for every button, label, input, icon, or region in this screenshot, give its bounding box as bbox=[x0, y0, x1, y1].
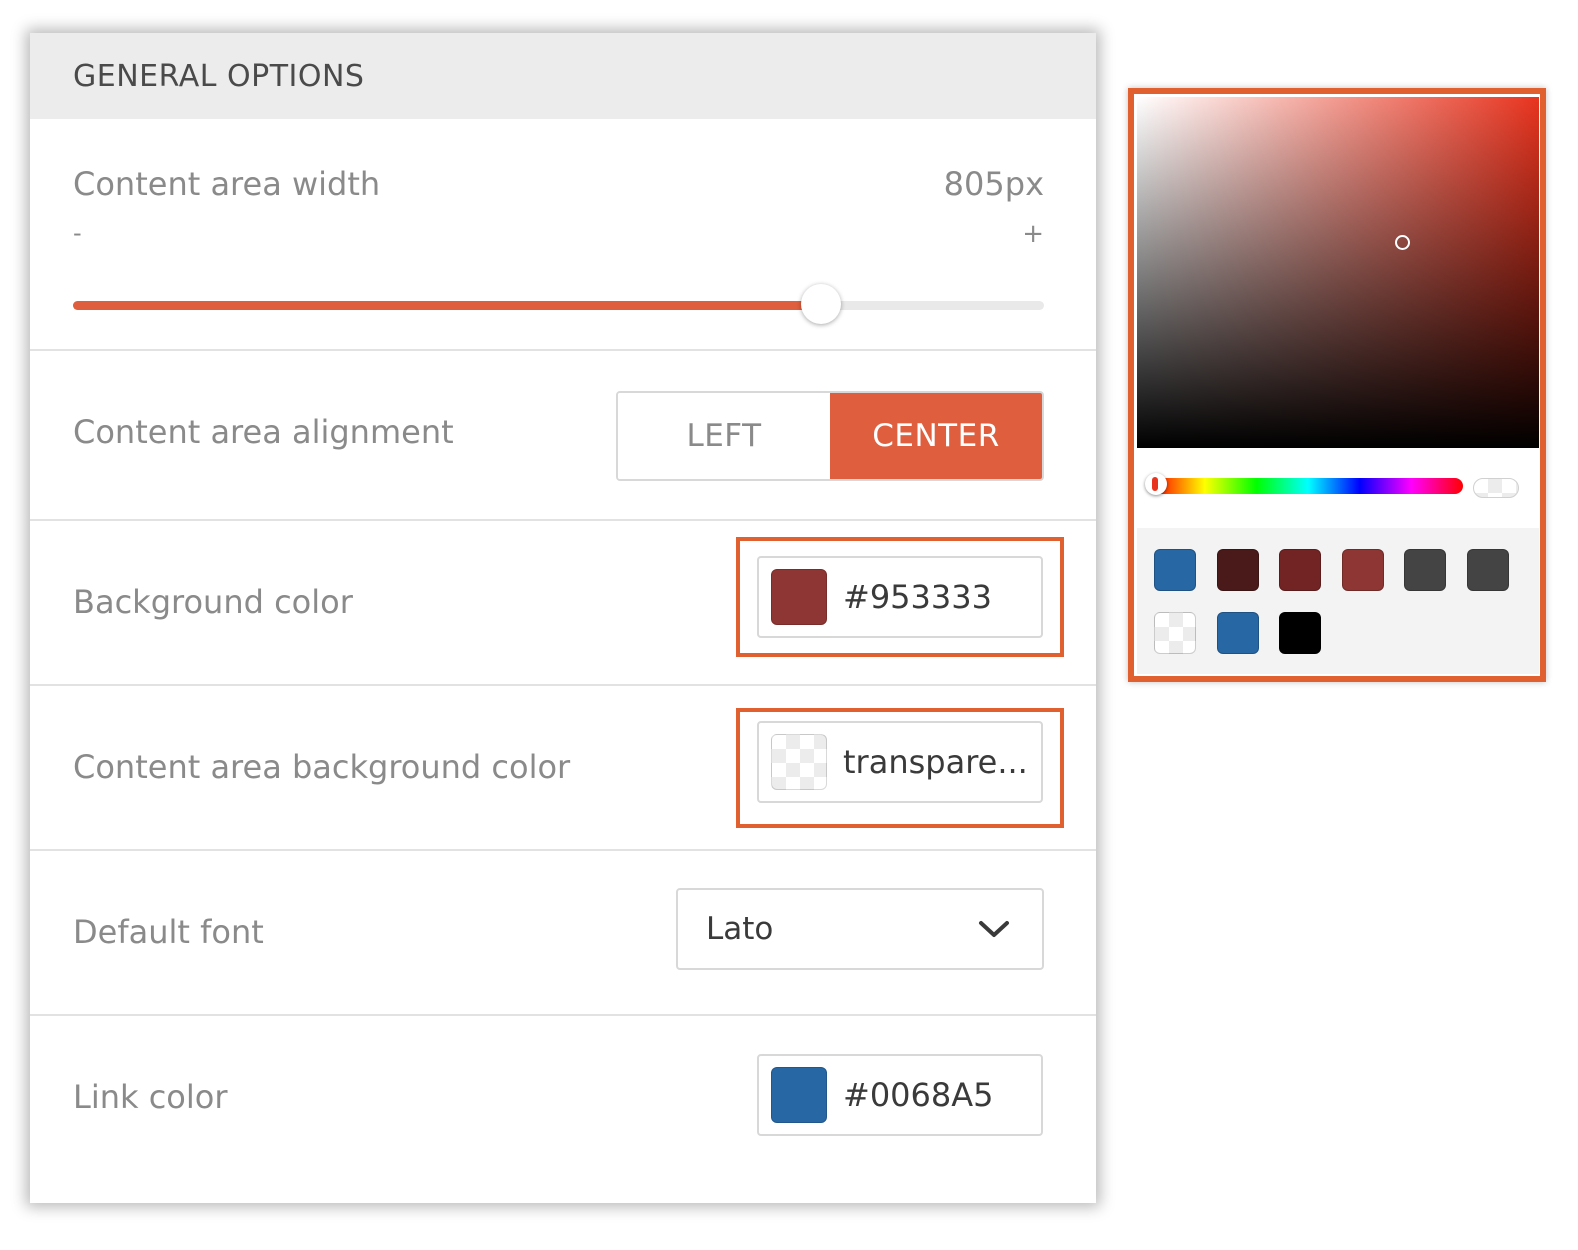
preset-swatch[interactable] bbox=[1279, 549, 1321, 591]
preset-swatches bbox=[1137, 528, 1539, 674]
slider-max-label: + bbox=[1022, 219, 1044, 249]
content-width-slider[interactable] bbox=[73, 284, 1044, 324]
content-width-label: Content area width bbox=[73, 165, 381, 203]
background-color-value: #953333 bbox=[843, 578, 992, 616]
slider-thumb[interactable] bbox=[800, 284, 841, 324]
color-picker-popover bbox=[1128, 88, 1546, 682]
chevron-down-icon bbox=[979, 921, 1009, 937]
preset-swatch[interactable] bbox=[1279, 612, 1321, 654]
content-bg-color-value: transpare... bbox=[843, 743, 1028, 781]
align-left-button[interactable]: LEFT bbox=[618, 393, 830, 479]
hue-slider[interactable] bbox=[1145, 473, 1463, 495]
align-center-button[interactable]: CENTER bbox=[830, 393, 1042, 479]
preset-swatch[interactable] bbox=[1154, 612, 1196, 654]
preset-swatch[interactable] bbox=[1466, 549, 1509, 591]
content-width-row: Content area width 805px - + bbox=[30, 119, 1096, 351]
preset-swatch[interactable] bbox=[1341, 549, 1384, 591]
link-color-row: Link color #0068A5 bbox=[30, 1016, 1096, 1203]
background-color-row: Background color #953333 bbox=[30, 521, 1096, 686]
background-color-input[interactable]: #953333 bbox=[757, 556, 1043, 638]
preset-swatch[interactable] bbox=[1404, 549, 1446, 591]
default-font-row: Default font Lato bbox=[30, 851, 1096, 1016]
preset-swatch[interactable] bbox=[1216, 612, 1259, 654]
content-alignment-row: Content area alignment LEFT CENTER bbox=[30, 351, 1096, 521]
default-font-select[interactable]: Lato bbox=[676, 888, 1044, 970]
content-bg-color-row: Content area background color transpare.… bbox=[30, 686, 1096, 851]
hue-alpha-area bbox=[1137, 448, 1539, 528]
alignment-toggle: LEFT CENTER bbox=[616, 391, 1044, 481]
link-color-input[interactable]: #0068A5 bbox=[757, 1054, 1043, 1136]
slider-fill bbox=[73, 301, 821, 310]
background-color-label: Background color bbox=[73, 583, 353, 621]
content-alignment-label: Content area alignment bbox=[73, 413, 454, 451]
preset-swatch[interactable] bbox=[1154, 549, 1196, 591]
content-bg-color-input[interactable]: transpare... bbox=[757, 721, 1043, 803]
general-options-panel: GENERAL OPTIONS Content area width 805px… bbox=[30, 33, 1096, 1203]
default-font-label: Default font bbox=[73, 913, 264, 951]
panel-title: GENERAL OPTIONS bbox=[30, 33, 1096, 119]
hue-slider-thumb[interactable] bbox=[1145, 473, 1167, 495]
background-color-swatch[interactable] bbox=[771, 569, 827, 625]
slider-min-label: - bbox=[73, 219, 82, 247]
saturation-value-area[interactable] bbox=[1137, 97, 1539, 448]
link-color-value: #0068A5 bbox=[843, 1076, 994, 1114]
color-cursor[interactable] bbox=[1395, 235, 1410, 250]
link-color-swatch[interactable] bbox=[771, 1067, 827, 1123]
link-color-label: Link color bbox=[73, 1078, 228, 1116]
alpha-slider[interactable] bbox=[1473, 478, 1519, 498]
default-font-value: Lato bbox=[706, 911, 774, 947]
transparent-swatch[interactable] bbox=[771, 734, 827, 790]
content-bg-color-label: Content area background color bbox=[73, 748, 571, 786]
content-width-value: 805px bbox=[943, 165, 1044, 203]
preset-swatch[interactable] bbox=[1216, 549, 1259, 591]
